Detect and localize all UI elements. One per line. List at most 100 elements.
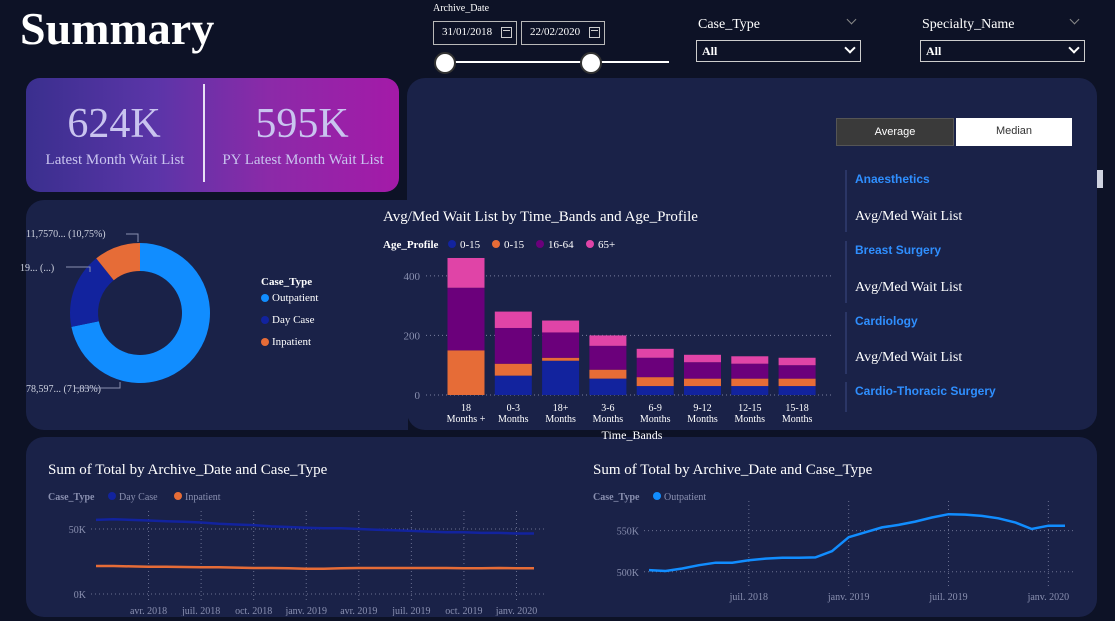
line-x-tick-label: avr. 2018 xyxy=(130,606,167,616)
line2-legend-title: Case_Type xyxy=(593,492,640,503)
page-title: Summary xyxy=(20,3,215,54)
case-type-value: All xyxy=(702,44,718,58)
line-chart-1: Case_Type Day Case Inpatient 0K 50K avr. 2018… xyxy=(48,492,544,616)
bar-legend-item: 0-15 xyxy=(504,239,525,251)
py-latest-month-value: 595K xyxy=(255,101,349,147)
line-x-tick-label: oct. 2019 xyxy=(445,606,482,616)
line-y-tick-label: 50K xyxy=(69,525,87,536)
date-slider-start-handle[interactable] xyxy=(434,52,456,74)
bar-x-tick-label: 12-15 xyxy=(738,403,761,414)
median-toggle-button[interactable]: Median xyxy=(956,118,1072,146)
line1-legend-marker xyxy=(174,492,182,500)
bar-segment xyxy=(589,369,627,379)
stacked-bar-chart: Age_Profile 0-15 0-15 16-64 65+020040018Mont… xyxy=(383,239,832,442)
specialty-item-anaesthetics[interactable]: Anaesthetics xyxy=(855,172,930,186)
line-x-tick-label: oct. 2018 xyxy=(235,606,272,616)
specialty-item-cardio-thoracic-surgery[interactable]: Cardio-Thoracic Surgery xyxy=(855,384,996,398)
bar-segment xyxy=(731,363,769,379)
bar-segment xyxy=(684,354,721,363)
bar-x-axis-title: Time_Bands xyxy=(602,428,663,442)
donut-data-label: 19... (...) xyxy=(20,263,54,274)
bar-legend-marker xyxy=(492,240,500,248)
line2-legend-item: Outpatient xyxy=(664,492,706,503)
specialty-metric-label: Avg/Med Wait List xyxy=(855,350,963,365)
donut-legend-marker xyxy=(261,316,269,324)
chevron-down-icon xyxy=(844,42,856,54)
line-x-tick-label: janv. 2020 xyxy=(1027,592,1070,603)
bar-segment xyxy=(542,320,580,333)
specialty-item-cardiology[interactable]: Cardiology xyxy=(855,314,918,328)
bar-segment xyxy=(494,363,532,376)
archive-date-label: Archive_Date xyxy=(433,3,490,14)
donut-legend-marker xyxy=(261,338,269,346)
line-series-outpatient xyxy=(648,512,1065,573)
bar-segment xyxy=(636,357,674,378)
bar-segment xyxy=(684,378,721,387)
bar-segment xyxy=(494,311,532,328)
line-chart-1-title: Sum of Total by Archive_Date and Case_Ty… xyxy=(48,462,328,478)
bar-segment xyxy=(542,360,580,395)
line-y-tick-label: 550K xyxy=(617,527,640,538)
bar-legend-item: 0-15 xyxy=(460,239,481,251)
bar-legend-marker xyxy=(586,240,594,248)
bar-legend-marker xyxy=(448,240,456,248)
bar-x-tick-label: 15-18 xyxy=(785,403,808,414)
bar-x-tick-label: 0-3 xyxy=(507,403,520,414)
bar-x-tick-label: Months xyxy=(545,414,576,425)
donut-legend-title: Case_Type xyxy=(261,276,312,288)
bar-segment xyxy=(589,345,627,370)
bar-segment xyxy=(684,386,721,395)
bar-legend-marker xyxy=(536,240,544,248)
date-from-input[interactable]: 31/01/2018 xyxy=(433,21,517,45)
bar-legend-item: 16-64 xyxy=(548,239,574,251)
bar-legend-item: 65+ xyxy=(598,239,615,251)
specialty-metric-label: Avg/Med Wait List xyxy=(855,209,963,224)
line-x-tick-label: janv. 2020 xyxy=(495,606,538,616)
specialty-separator xyxy=(845,312,847,374)
chevron-down-icon[interactable] xyxy=(1069,14,1080,25)
specialty-metric-label: Avg/Med Wait List xyxy=(855,280,963,295)
chevron-down-icon[interactable] xyxy=(846,14,857,25)
specialty-separator xyxy=(845,241,847,303)
line-x-tick-label: juil. 2018 xyxy=(729,592,768,603)
line-chart-2-title: Sum of Total by Archive_Date and Case_Ty… xyxy=(593,462,873,478)
bar-segment xyxy=(731,378,769,387)
bar-segment xyxy=(778,378,816,387)
donut-legend-item: Outpatient xyxy=(272,292,318,304)
line-series-day-case xyxy=(95,518,534,535)
kpi-divider xyxy=(203,84,205,182)
case-type-select[interactable]: All xyxy=(696,40,861,62)
average-toggle-button[interactable]: Average xyxy=(836,118,954,146)
date-slider-end-handle[interactable] xyxy=(580,52,602,74)
py-latest-month-label: PY Latest Month Wait List xyxy=(222,152,384,168)
bar-legend-title: Age_Profile xyxy=(383,239,439,251)
line-y-tick-label: 0K xyxy=(74,590,87,601)
chevron-down-icon xyxy=(1068,42,1080,54)
bar-x-tick-label: 18 xyxy=(461,403,471,414)
bar-segment xyxy=(636,377,674,387)
calendar-icon[interactable] xyxy=(589,27,600,38)
bar-segment xyxy=(494,375,532,395)
specialty-value: All xyxy=(926,44,942,58)
specialty-scrollbar[interactable] xyxy=(1097,170,1103,188)
line-series-inpatient xyxy=(96,564,534,570)
bar-chart-title: Avg/Med Wait List by Time_Bands and Age_… xyxy=(383,209,698,225)
date-slider-track[interactable] xyxy=(445,61,669,63)
donut-legend-marker xyxy=(261,294,269,302)
bar-segment xyxy=(778,357,816,366)
line-x-tick-label: janv. 2019 xyxy=(827,592,870,603)
calendar-icon[interactable] xyxy=(501,27,512,38)
line-x-tick-label: juil. 2019 xyxy=(391,606,430,616)
specialty-item-breast-surgery[interactable]: Breast Surgery xyxy=(855,243,941,257)
latest-month-value: 624K xyxy=(67,101,161,147)
bar-segment xyxy=(636,348,674,358)
specialty-select[interactable]: All xyxy=(920,40,1085,62)
bar-segment xyxy=(684,362,721,379)
case-type-filter-label: Case_Type xyxy=(698,17,761,32)
bar-segment xyxy=(494,327,532,364)
line1-legend-item: Day Case xyxy=(119,492,158,503)
date-to-input[interactable]: 22/02/2020 xyxy=(521,21,605,45)
bar-segment xyxy=(731,386,769,395)
donut-chart: 78,597... (71,83%) 19... (...) 11,7570... … xyxy=(20,229,318,395)
bar-segment xyxy=(778,365,816,379)
